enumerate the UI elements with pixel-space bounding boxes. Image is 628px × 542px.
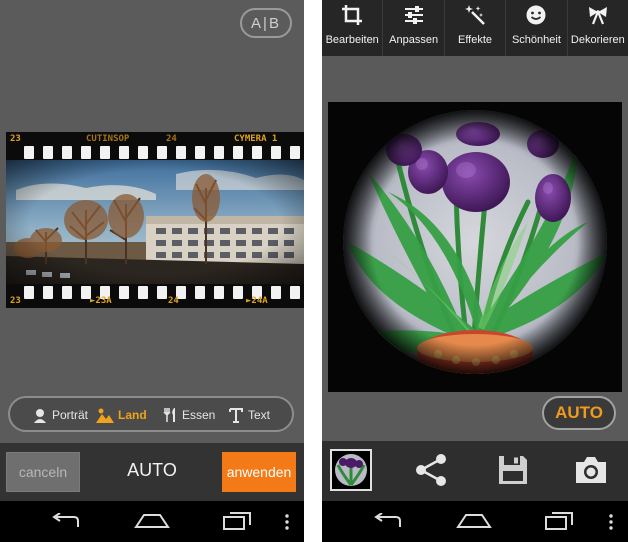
photo-thumbnail[interactable] bbox=[330, 449, 372, 491]
share-icon[interactable] bbox=[414, 453, 448, 487]
toolbar-item-label: Effekte bbox=[457, 34, 493, 46]
home-icon[interactable] bbox=[134, 513, 170, 529]
auto-enhance-button[interactable]: AUTO bbox=[542, 396, 616, 430]
toolbar-item-decorate[interactable]: Dekorieren bbox=[568, 0, 628, 56]
back-icon[interactable] bbox=[50, 513, 82, 531]
toolbar-item-effects[interactable]: Effekte bbox=[445, 0, 507, 56]
toolbar-item-label: Bearbeiten bbox=[325, 34, 379, 46]
bow-icon bbox=[588, 7, 607, 25]
scene-mode-label: Land bbox=[118, 408, 147, 422]
system-navigation-bar bbox=[322, 501, 628, 542]
overflow-menu-icon[interactable] bbox=[284, 513, 290, 531]
scene-mode-landscape[interactable]: Land bbox=[96, 405, 147, 425]
toolbar-item-adjust[interactable]: Anpassen bbox=[383, 0, 445, 56]
mode-label: AUTO bbox=[127, 460, 177, 480]
home-icon[interactable] bbox=[456, 513, 492, 529]
edit-toolbar: Bearbeiten Anpassen Effekte Schönheit De… bbox=[322, 0, 628, 56]
scene-mode-bar: Porträt Land Essen Text bbox=[8, 396, 294, 432]
apply-button[interactable]: anwenden bbox=[222, 452, 296, 492]
film-frame-number: 24 bbox=[166, 134, 177, 144]
scene-mode-portrait[interactable]: Porträt bbox=[32, 405, 88, 425]
scene-mode-label: Porträt bbox=[52, 408, 89, 422]
magic-wand-icon bbox=[465, 5, 485, 25]
film-frame-number: 23 bbox=[10, 296, 21, 306]
scene-mode-text[interactable]: Text bbox=[228, 405, 270, 425]
tulip-photo bbox=[328, 102, 622, 392]
toolbar-item-label: Schönheit bbox=[511, 34, 561, 46]
recent-apps-icon[interactable] bbox=[544, 511, 574, 531]
action-bar bbox=[322, 441, 628, 501]
film-sprockets-top bbox=[24, 146, 300, 160]
overflow-menu-icon[interactable] bbox=[608, 513, 614, 531]
camera-icon[interactable] bbox=[574, 453, 608, 487]
thumbnail-image bbox=[335, 454, 367, 486]
phone-screen-right: Bearbeiten Anpassen Effekte Schönheit De… bbox=[322, 0, 628, 542]
cancel-button[interactable]: canceln bbox=[6, 452, 80, 492]
toolbar-item-beauty[interactable]: Schönheit bbox=[506, 0, 568, 56]
film-strip-photo: 23 CUTINSOP 24 CYMERA 1 23 ►23A 24 ►24A bbox=[6, 132, 304, 308]
sliders-icon bbox=[404, 6, 423, 24]
film-brand-text: CYMERA 1 bbox=[234, 134, 278, 144]
toolbar-item-label: Anpassen bbox=[389, 34, 439, 46]
film-frame-number: ►23A bbox=[90, 296, 112, 306]
film-frame-number: ►24A bbox=[246, 296, 268, 306]
back-icon[interactable] bbox=[372, 513, 404, 531]
action-bar: canceln AUTO anwenden bbox=[0, 443, 304, 501]
film-frame-number: 24 bbox=[168, 296, 179, 306]
toolbar-item-edit[interactable]: Bearbeiten bbox=[322, 0, 384, 56]
scene-mode-label: Essen bbox=[182, 408, 216, 422]
recent-apps-icon[interactable] bbox=[222, 511, 252, 531]
landscape-icon bbox=[96, 408, 114, 423]
system-navigation-bar bbox=[0, 501, 304, 542]
smiley-icon bbox=[526, 5, 546, 25]
save-icon[interactable] bbox=[496, 453, 530, 487]
crop-icon bbox=[342, 5, 363, 25]
portrait-icon bbox=[34, 409, 46, 423]
phone-screen-left: A|B 23 CUTINSOP 24 CYMERA 1 23 ►23A 24 ►… bbox=[0, 0, 304, 542]
toolbar-item-label: Dekorieren bbox=[570, 34, 625, 46]
film-frame-number: 23 bbox=[10, 134, 21, 144]
fork-knife-icon bbox=[163, 408, 175, 422]
landscape-photo bbox=[6, 160, 304, 284]
film-brand-text: CUTINSOP bbox=[86, 134, 130, 144]
fisheye-photo bbox=[328, 102, 622, 392]
ab-compare-toggle[interactable]: A|B bbox=[240, 8, 292, 38]
scene-mode-label: Text bbox=[248, 408, 271, 422]
scene-mode-food[interactable]: Essen bbox=[162, 405, 215, 425]
text-icon bbox=[229, 408, 243, 423]
